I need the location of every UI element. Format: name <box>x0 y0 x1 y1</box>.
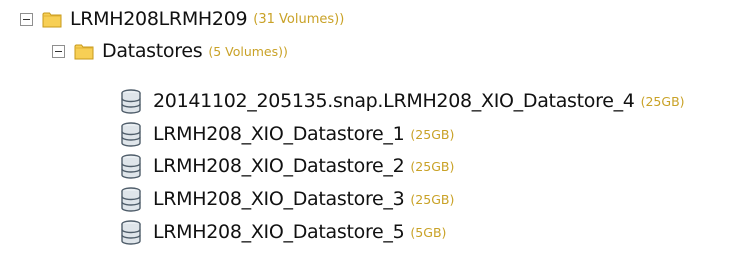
tree-node-volume[interactable]: LRMH208_XIO_Datastore_2 (25GB) <box>120 150 454 182</box>
volume-size: (5GB) <box>410 224 447 240</box>
collapse-toggle-icon[interactable] <box>52 44 65 58</box>
tree-node-label: LRMH208LRMH209 <box>70 8 248 30</box>
tree-node-volume[interactable]: LRMH208_XIO_Datastore_1 (25GB) <box>120 118 454 150</box>
volume-size: (25GB) <box>410 191 455 207</box>
database-icon <box>121 153 141 179</box>
folder-icon <box>74 44 94 59</box>
tree-node-volume[interactable]: 20141102_205135.snap.LRMH208_XIO_Datasto… <box>120 85 685 117</box>
volume-name: LRMH208_XIO_Datastore_3 <box>153 188 405 210</box>
tree-node-datastores[interactable]: Datastores (5 Volumes)) <box>52 35 288 67</box>
tree-node-volume[interactable]: LRMH208_XIO_Datastore_3 (25GB) <box>120 183 454 215</box>
volume-size: (25GB) <box>410 126 455 142</box>
database-icon <box>121 219 141 245</box>
volume-name: LRMH208_XIO_Datastore_2 <box>153 155 405 177</box>
tree-node-label: Datastores <box>102 40 203 62</box>
database-icon <box>121 88 141 114</box>
database-icon <box>121 186 141 212</box>
tree-node-volume[interactable]: LRMH208_XIO_Datastore_5 (5GB) <box>120 216 446 248</box>
folder-icon <box>42 12 62 27</box>
volume-name: 20141102_205135.snap.LRMH208_XIO_Datasto… <box>153 90 635 112</box>
tree-node-root[interactable]: LRMH208LRMH209 (31 Volumes)) <box>20 3 344 35</box>
volume-count: (31 Volumes)) <box>253 11 345 27</box>
volume-size: (25GB) <box>410 158 455 174</box>
volume-count: (5 Volumes)) <box>208 43 288 59</box>
database-icon <box>121 121 141 147</box>
volume-name: LRMH208_XIO_Datastore_1 <box>153 123 405 145</box>
volume-tree: LRMH208LRMH209 (31 Volumes)) Datastores … <box>0 0 739 265</box>
volume-size: (25GB) <box>640 93 685 109</box>
volume-name: LRMH208_XIO_Datastore_5 <box>153 221 405 243</box>
collapse-toggle-icon[interactable] <box>20 12 33 26</box>
